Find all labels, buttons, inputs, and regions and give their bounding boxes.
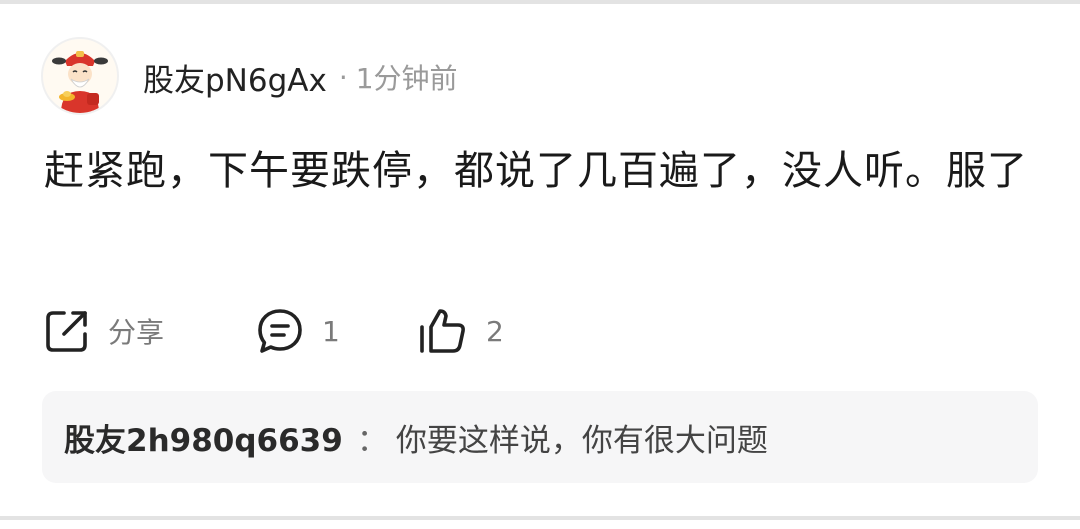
- action-bar: 分享 1 2: [44, 302, 1044, 360]
- share-button[interactable]: 分享: [44, 302, 164, 360]
- like-button[interactable]: 2: [418, 302, 504, 360]
- post-body[interactable]: 赶紧跑，下午要跌停，都说了几百遍了，没人听。服了: [44, 136, 1044, 206]
- share-icon: [44, 308, 90, 354]
- author-name[interactable]: 股友pN6gAx: [143, 55, 327, 100]
- comment-button[interactable]: 1: [256, 302, 340, 360]
- comment-icon: [256, 307, 304, 355]
- bottom-divider: [0, 516, 1080, 520]
- post-timestamp: 1分钟前: [355, 62, 458, 95]
- reply-preview[interactable]: 股友2h980q6639 ： 你要这样说，你有很大问题: [42, 391, 1038, 483]
- meta-separator: ·: [338, 60, 348, 94]
- fortune-god-avatar-icon: [52, 51, 108, 113]
- thumbs-up-icon: [418, 307, 468, 355]
- reply-text: 你要这样说，你有很大问题: [395, 422, 768, 459]
- comment-count: 1: [322, 314, 340, 348]
- author-avatar[interactable]: [41, 37, 119, 115]
- top-divider: [0, 0, 1080, 4]
- reply-separator: ：: [356, 422, 388, 459]
- share-label: 分享: [108, 316, 165, 349]
- like-count: 2: [486, 314, 504, 348]
- reply-author[interactable]: 股友2h980q6639: [64, 415, 343, 460]
- post-header: 股友pN6gAx · 1分钟前: [143, 54, 458, 100]
